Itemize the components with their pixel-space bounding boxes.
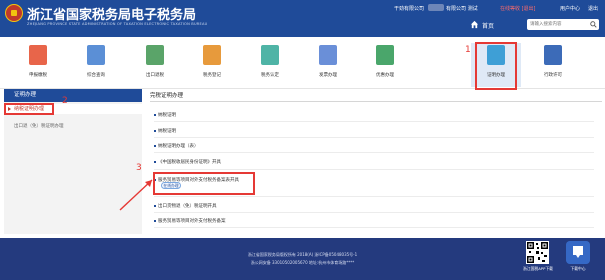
row-divider — [154, 196, 594, 197]
list-item[interactable]: 纳税证明 — [158, 128, 176, 134]
annotation-number-1: 1 — [465, 45, 471, 55]
search-icon[interactable] — [590, 21, 597, 28]
page-title: 完税证明办理 — [150, 93, 184, 99]
tile-tax-declaration[interactable]: 申报缴税 — [13, 43, 63, 87]
tile-comprehensive-query[interactable]: 综合查询 — [71, 43, 121, 87]
sidebar-header: 证明办理 — [4, 89, 142, 102]
highlight-box-2 — [4, 103, 54, 115]
tile-invoice[interactable]: 发票办理 — [303, 43, 353, 87]
tile-export-refund[interactable]: 出口退税 — [130, 43, 180, 87]
tax-emblem-icon — [5, 4, 23, 22]
footer-copyright: 浙江省国家税务局版权所有 2018(A) 浙ICP备05048035号-1 — [247, 252, 358, 257]
annotation-arrow-icon — [119, 179, 153, 211]
row-divider — [154, 137, 594, 138]
list-item[interactable]: 纳税证明 — [158, 112, 176, 118]
footer: 浙江省国家税务局版权所有 2018(A) 浙ICP备05048035号-1 浙公… — [0, 238, 605, 280]
bullet-icon — [154, 145, 156, 147]
row-divider — [154, 169, 594, 170]
user-info-prefix: 干劲有限公司 — [394, 6, 425, 12]
top-header: 浙江省国家税务局电子税务局 ZHEJIANG PROVINCE STATE AD… — [0, 0, 605, 37]
site-subtitle: ZHEJIANG PROVINCE STATE ADMINISTRATION O… — [27, 22, 208, 26]
exit-link[interactable]: 在线等收 [退出] — [500, 5, 536, 12]
user-center-link[interactable]: 用户中心 — [560, 5, 580, 12]
home-link[interactable]: 首页 — [482, 21, 494, 30]
sidebar-item-export-certificate[interactable]: 出口退（免）税证明办理 — [14, 123, 64, 129]
tile-tax-recognition[interactable]: 税务认定 — [245, 43, 295, 87]
footer-address: 浙公网安备 33010502005670 地址:杭州市体育场路**** — [250, 260, 355, 265]
site-title: 浙江省国家税务局电子税务局 — [27, 8, 197, 23]
tile-admin-license[interactable]: 行政许可 — [528, 43, 578, 87]
logout-link[interactable]: 退出 — [588, 5, 598, 12]
highlight-box-1 — [475, 42, 517, 90]
invoice-icon — [319, 45, 337, 65]
bullet-icon — [154, 161, 156, 163]
tile-preferential[interactable]: 优惠办理 — [360, 43, 410, 87]
bullet-icon — [154, 114, 156, 116]
redacted-name — [428, 4, 444, 11]
query-icon — [87, 45, 105, 65]
download-center-caption[interactable]: 下载中心 — [563, 266, 593, 272]
row-divider — [154, 152, 594, 153]
preferential-icon — [376, 45, 394, 65]
recognition-icon — [261, 45, 279, 65]
list-item[interactable]: 《中国税收居民身份证明》开具 — [158, 159, 221, 165]
export-icon — [146, 45, 164, 65]
license-icon — [544, 45, 562, 65]
qr-code-icon — [526, 241, 549, 264]
highlight-box-3 — [153, 172, 255, 195]
bullet-icon — [154, 220, 156, 222]
home-icon[interactable] — [470, 20, 479, 29]
main-content: 完税证明办理 纳税证明 纳税证明 纳税证明办理（表） 《中国税收居民身份证明》开… — [150, 89, 602, 234]
annotation-number-3: 3 — [136, 163, 142, 173]
bullet-icon — [154, 130, 156, 132]
list-item[interactable]: 出口货物退（免）税证明开具 — [158, 203, 217, 209]
list-item[interactable]: 服务贸易等项目对外支付税务备案 — [158, 218, 226, 224]
row-divider — [154, 212, 594, 213]
title-divider — [150, 101, 602, 102]
user-info-mid: 有限公司 测试 — [446, 6, 478, 12]
annotation-number-2: 2 — [62, 96, 68, 106]
registration-icon — [203, 45, 221, 65]
list-item[interactable]: 纳税证明办理（表） — [158, 143, 199, 149]
row-divider — [154, 227, 594, 228]
download-center-icon[interactable] — [566, 241, 590, 264]
tile-tax-registration[interactable]: 税务登记 — [187, 43, 237, 87]
search-input[interactable] — [527, 19, 599, 30]
qr-caption: 浙江国税APP下载 — [523, 266, 553, 271]
row-divider — [154, 121, 594, 122]
declaration-icon — [29, 45, 47, 65]
